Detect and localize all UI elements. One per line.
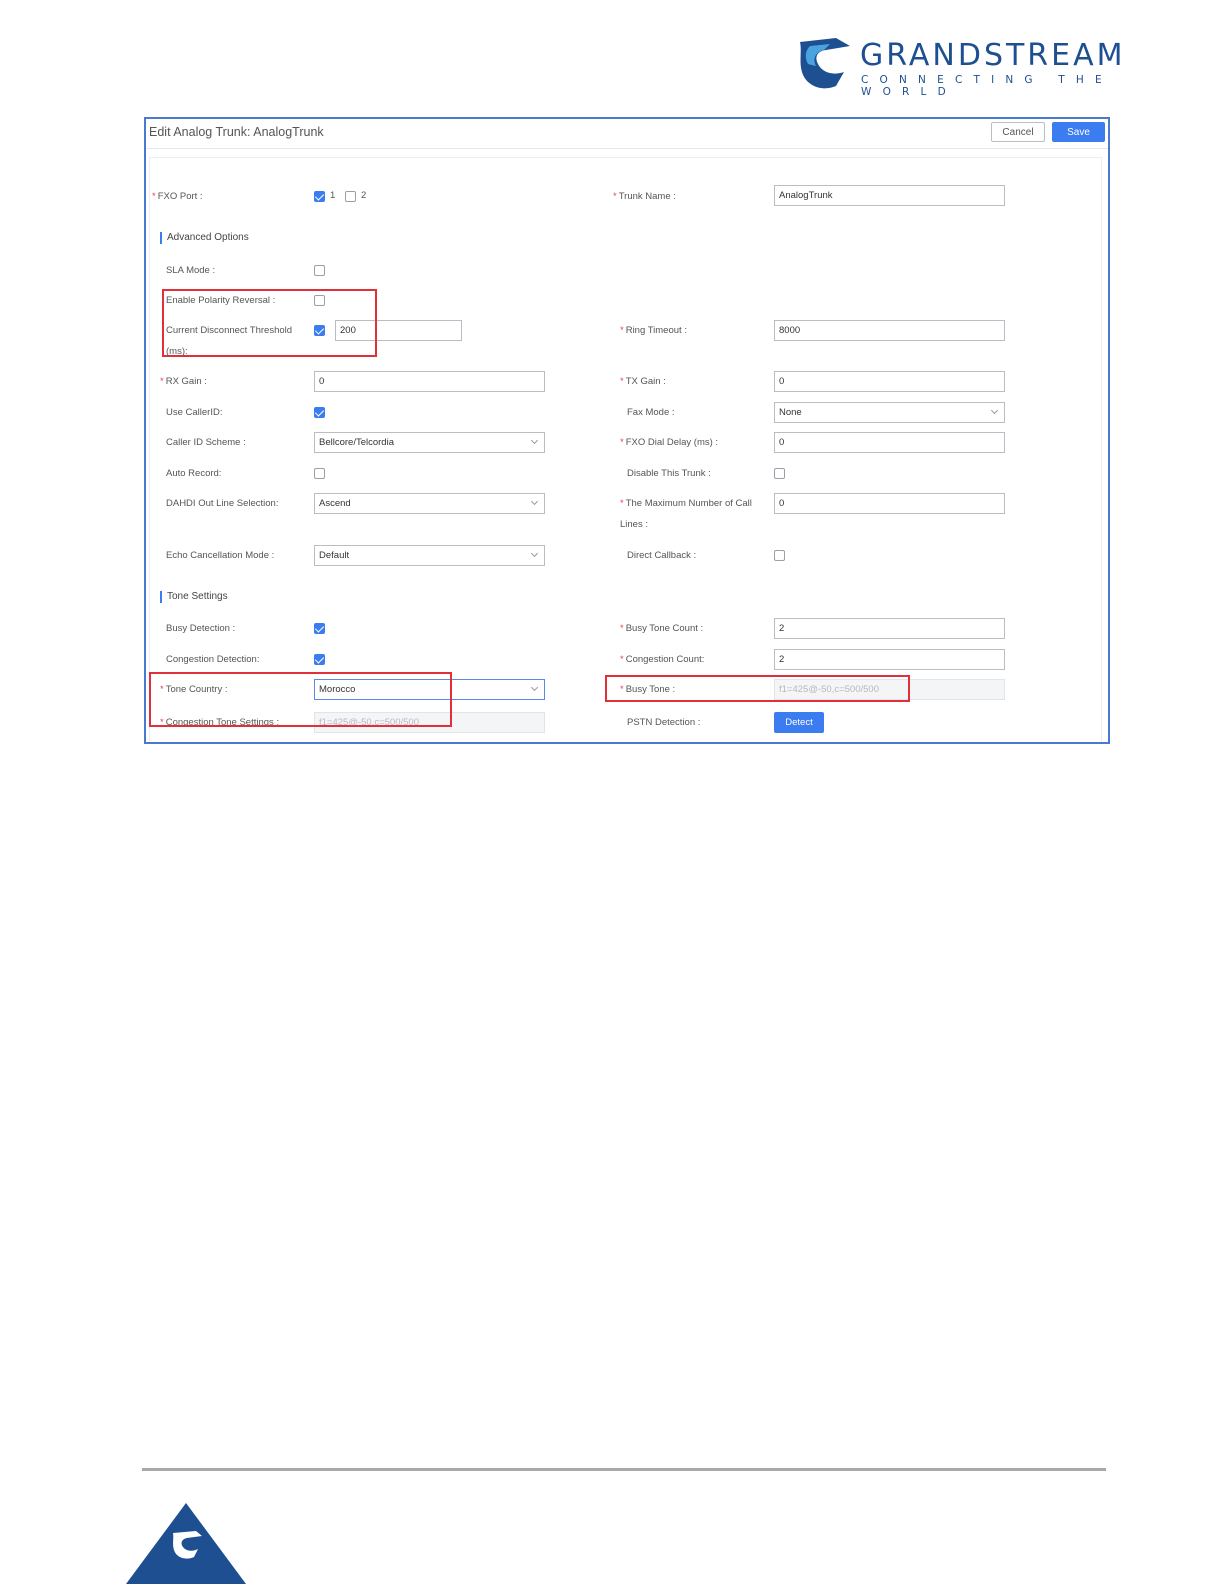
chevron-down-icon xyxy=(530,436,539,445)
fax-mode-select[interactable]: None xyxy=(774,402,1005,423)
tx-gain-input[interactable]: 0 xyxy=(774,371,1005,392)
cancel-button[interactable]: Cancel xyxy=(991,122,1045,142)
highlight-polarity-threshold xyxy=(162,289,377,357)
disable-trunk-label: Disable This Trunk : xyxy=(627,468,711,479)
dahdi-out-line-select[interactable]: Ascend xyxy=(314,493,545,514)
ring-timeout-label: * Ring Timeout : xyxy=(620,325,687,336)
congestion-count-input[interactable]: 2 xyxy=(774,649,1005,670)
fxo-port-1-label: 1 xyxy=(330,190,336,201)
fxo-dial-delay-input[interactable]: 0 xyxy=(774,432,1005,453)
auto-record-checkbox[interactable] xyxy=(314,468,325,479)
ring-timeout-input[interactable]: 8000 xyxy=(774,320,1005,341)
callerid-scheme-select[interactable]: Bellcore/Telcordia xyxy=(314,432,545,453)
congestion-count-label: * Congestion Count: xyxy=(620,654,705,665)
congestion-detection-label: Congestion Detection: xyxy=(166,654,260,665)
busy-detection-label: Busy Detection : xyxy=(166,623,236,634)
use-callerid-checkbox[interactable] xyxy=(314,407,325,418)
max-call-lines-input[interactable]: 0 xyxy=(774,493,1005,514)
highlight-busy-tone xyxy=(605,675,910,702)
dahdi-out-line-label: DAHDI Out Line Selection: xyxy=(166,498,279,509)
echo-cancellation-label: Echo Cancellation Mode : xyxy=(166,550,275,561)
disable-trunk-checkbox[interactable] xyxy=(774,468,785,479)
pstn-detection-label: PSTN Detection : xyxy=(627,717,701,728)
fxo-dial-delay-label: * FXO Dial Delay (ms) : xyxy=(620,437,719,448)
grandstream-triangle-icon xyxy=(126,1503,246,1584)
fxo-port-label: * FXO Port : xyxy=(152,191,203,202)
max-call-lines-label: * The Maximum Number of Call Lines : xyxy=(620,498,752,530)
grandstream-swoosh-icon xyxy=(800,38,850,89)
sla-mode-label: SLA Mode : xyxy=(166,265,216,276)
busy-detection-checkbox[interactable] xyxy=(314,623,325,634)
save-button[interactable]: Save xyxy=(1052,122,1105,142)
dialog-title: Edit Analog Trunk: AnalogTrunk xyxy=(149,125,324,139)
echo-cancellation-select[interactable]: Default xyxy=(314,545,545,566)
rx-gain-input[interactable]: 0 xyxy=(314,371,545,392)
grandstream-logo: GRANDSTREAM CONNECTING THE WORLD xyxy=(796,36,1166,98)
chevron-down-icon xyxy=(530,549,539,558)
auto-record-label: Auto Record: xyxy=(166,468,222,479)
fxo-port-2-label: 2 xyxy=(361,190,367,201)
chevron-down-icon xyxy=(530,497,539,506)
dialog-header: Edit Analog Trunk: AnalogTrunk Cancel Sa… xyxy=(146,119,1108,149)
use-callerid-label: Use CallerID: xyxy=(166,407,223,418)
chevron-down-icon xyxy=(530,683,539,692)
detect-button[interactable]: Detect xyxy=(774,712,824,733)
rx-gain-label: * RX Gain : xyxy=(160,376,207,387)
trunk-name-label: * Trunk Name : xyxy=(613,191,676,202)
advanced-options-heading: Advanced Options xyxy=(160,232,249,244)
fxo-port-1-checkbox[interactable] xyxy=(314,191,325,202)
busy-tone-count-input[interactable]: 2 xyxy=(774,618,1005,639)
direct-callback-label: Direct Callback : xyxy=(627,550,697,561)
tone-settings-heading: Tone Settings xyxy=(160,591,228,603)
direct-callback-checkbox[interactable] xyxy=(774,550,785,561)
sla-mode-checkbox[interactable] xyxy=(314,265,325,276)
footer-logo-mark xyxy=(126,1503,246,1584)
edit-analog-trunk-dialog: Edit Analog Trunk: AnalogTrunk Cancel Sa… xyxy=(144,117,1110,744)
trunk-name-input[interactable]: AnalogTrunk xyxy=(774,185,1005,206)
dialog-body: * FXO Port : 1 2 * Trunk Name : AnalogTrun… xyxy=(149,157,1102,742)
congestion-detection-checkbox[interactable] xyxy=(314,654,325,665)
callerid-scheme-label: Caller ID Scheme : xyxy=(166,437,246,448)
brand-tagline: CONNECTING THE WORLD xyxy=(861,74,1113,98)
footer-rule xyxy=(142,1468,1106,1471)
busy-tone-count-label: * Busy Tone Count : xyxy=(620,623,704,634)
highlight-tone-country xyxy=(149,672,452,727)
fxo-port-2-checkbox[interactable] xyxy=(345,191,356,202)
chevron-down-icon xyxy=(990,406,999,415)
fax-mode-label: Fax Mode : xyxy=(627,407,675,418)
brand-name: GRANDSTREAM xyxy=(860,38,1126,73)
tx-gain-label: * TX Gain : xyxy=(620,376,666,387)
